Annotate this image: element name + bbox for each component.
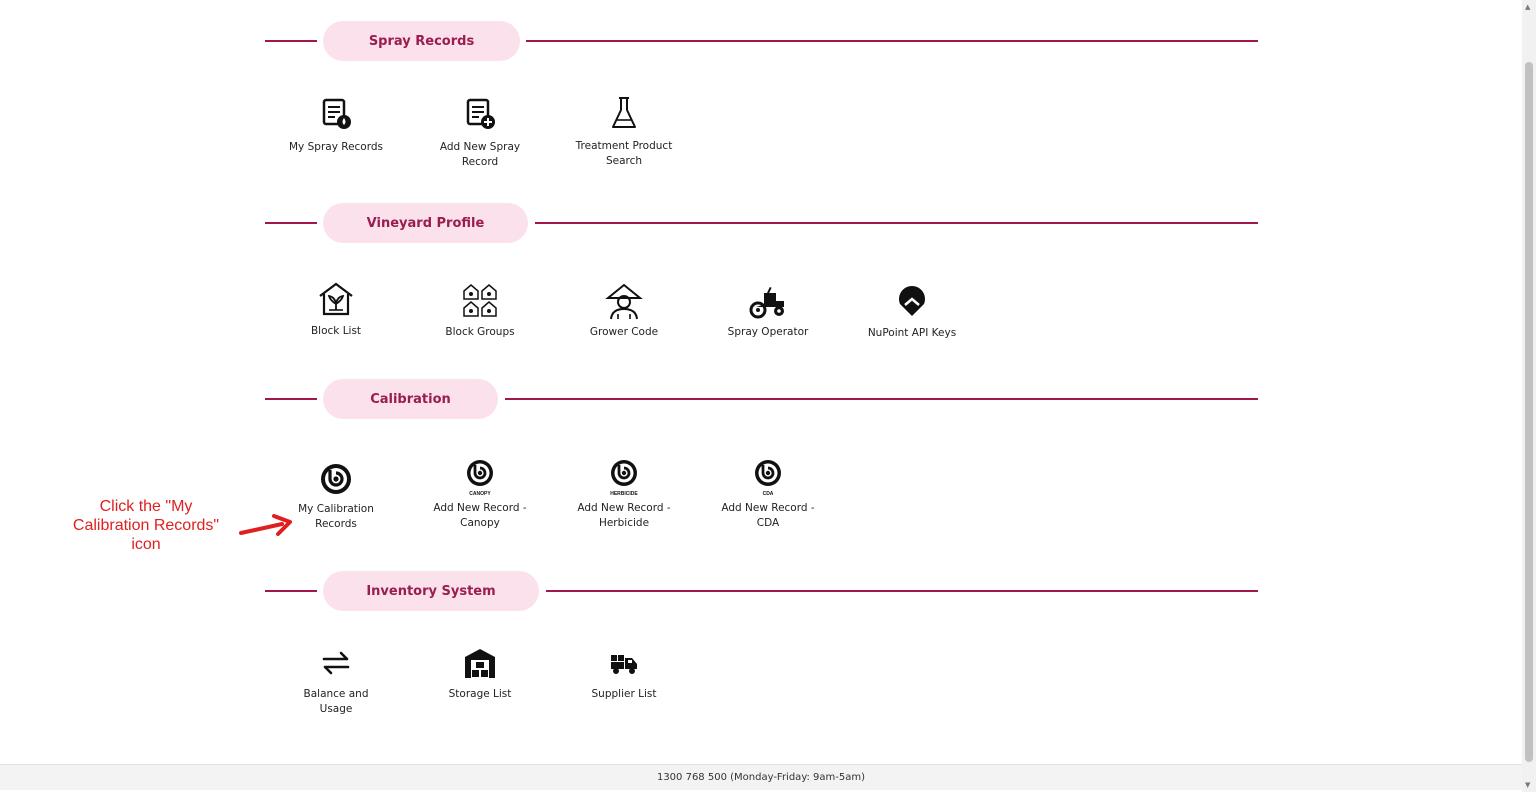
divider-line [265,40,317,42]
section-header-spray-records: Spray Records [265,21,1258,61]
tile-storage-list[interactable]: Storage List [425,643,535,702]
divider-line [265,398,317,400]
section-title: Inventory System [323,571,539,611]
tile-label: Add New Record - Canopy [433,502,527,529]
calibration-herbicide-icon: HERBICIDE [604,457,644,497]
divider-line [505,398,1258,400]
tile-my-spray-records[interactable]: My Spray Records [281,96,391,155]
tile-label: Block Groups [445,326,515,338]
add-spray-record-icon [460,96,500,136]
section-title: Vineyard Profile [323,203,528,243]
scrollbar-thumb[interactable] [1525,62,1533,762]
tile-add-new-record-herbicide[interactable]: HERBICIDE Add New Record - Herbicide [569,457,679,531]
tile-grower-code[interactable]: Grower Code [569,281,679,340]
tile-label: Treatment Product Search [575,140,673,167]
tile-block-list[interactable]: Block List [281,280,391,339]
tile-balance-and-usage[interactable]: Balance and Usage [281,643,391,717]
divider-line [526,40,1258,42]
calibration-icon [316,458,356,498]
tile-label: Spray Operator [727,326,809,338]
tile-my-calibration-records[interactable]: My Calibration Records [281,458,391,532]
svg-text:CANOPY: CANOPY [469,491,491,497]
tile-label: Add New Record - Herbicide [577,502,671,529]
divider-line [265,590,317,592]
divider-line [265,222,317,224]
scroll-up-icon[interactable]: ▲ [1525,3,1530,11]
annotation-arrow-icon [239,514,292,536]
calibration-canopy-icon: CANOPY [460,457,500,497]
delivery-truck-icon [604,643,644,683]
tile-add-new-record-canopy[interactable]: CANOPY Add New Record - Canopy [425,457,535,531]
tile-label: Add New Spray Record [439,141,521,168]
tile-label: Block List [310,325,362,337]
block-groups-icon [460,281,500,321]
footer-text: 1300 768 500 (Monday-Friday: 9am-5am) [656,772,866,783]
tile-supplier-list[interactable]: Supplier List [569,643,679,702]
flask-icon [604,95,644,135]
tile-add-new-spray-record[interactable]: Add New Spray Record [425,96,535,170]
section-title: Calibration [323,379,498,419]
divider-line [535,222,1258,224]
instruction-annotation: Click the "My Calibration Records" icon [72,498,220,553]
footer-contact: 1300 768 500 (Monday-Friday: 9am-5am) [0,764,1522,790]
tile-block-groups[interactable]: Block Groups [425,281,535,340]
tile-spray-operator[interactable]: Spray Operator [713,281,823,340]
tile-label: Add New Record - CDA [721,502,815,529]
divider-line [546,590,1258,592]
tile-label: NuPoint API Keys [867,327,957,339]
vertical-scrollbar[interactable]: ▲ ▼ [1522,0,1536,792]
greenhouse-icon [316,280,356,320]
warehouse-icon [460,643,500,683]
svg-text:CDA: CDA [763,491,774,497]
tile-add-new-record-cda[interactable]: CDA Add New Record - CDA [713,457,823,531]
tile-label: My Spray Records [289,141,383,153]
tile-label: Grower Code [589,326,659,338]
calibration-cda-icon: CDA [748,457,788,497]
svg-text:HERBICIDE: HERBICIDE [610,491,638,497]
farmer-icon [604,281,644,321]
tile-label: Storage List [448,688,512,700]
section-header-vineyard-profile: Vineyard Profile [265,203,1258,243]
tile-treatment-product-search[interactable]: Treatment Product Search [569,95,679,169]
tile-label: My Calibration Records [298,503,374,530]
section-title: Spray Records [323,21,520,61]
tile-label: Balance and Usage [303,688,369,715]
location-pin-icon [892,282,932,322]
swap-arrows-icon [316,643,356,683]
spray-records-icon [316,96,356,136]
scroll-down-icon[interactable]: ▼ [1525,781,1530,789]
tractor-icon [748,281,788,321]
section-header-calibration: Calibration [265,379,1258,419]
tile-label: Supplier List [591,688,657,700]
tile-nupoint-api-keys[interactable]: NuPoint API Keys [857,282,967,341]
section-header-inventory-system: Inventory System [265,571,1258,611]
